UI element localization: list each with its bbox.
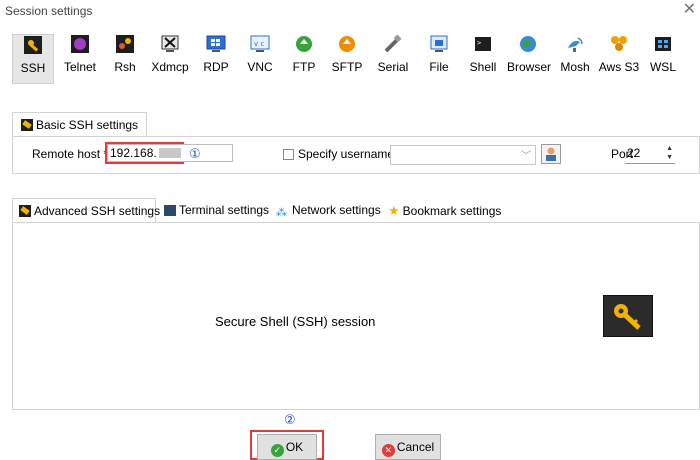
session-type-wsl[interactable]: WSL: [648, 34, 678, 84]
check-circle-icon: ✓: [270, 444, 284, 457]
mosh-icon: [565, 34, 585, 54]
session-type-ftp[interactable]: FTP: [290, 34, 318, 84]
session-type-mosh[interactable]: Mosh: [558, 34, 592, 84]
serial-icon: [383, 34, 403, 54]
star-icon: ★: [388, 203, 400, 218]
session-type-xdmcp[interactable]: Xdmcp: [148, 34, 192, 84]
cancel-button[interactable]: ✕ Cancel: [375, 434, 441, 460]
remote-host-label: Remote host *: [32, 147, 109, 161]
aws-s3-icon: [609, 34, 629, 54]
tab-terminal-settings[interactable]: Terminal settings: [164, 198, 269, 222]
vnc-icon: v c: [250, 34, 270, 54]
session-description: Secure Shell (SSH) session: [215, 314, 376, 329]
specify-username-checkbox[interactable]: [283, 149, 294, 160]
rdp-icon: [206, 34, 226, 54]
telnet-icon: [70, 34, 90, 54]
ok-button[interactable]: ✓ OK: [257, 434, 317, 460]
ssh-key-large-icon: [603, 295, 653, 337]
terminal-icon: [164, 205, 176, 216]
session-type-file[interactable]: File: [425, 34, 453, 84]
port-spinner[interactable]: 22 ▲ ▼: [625, 144, 675, 164]
specify-username-label: Specify username: [298, 147, 395, 161]
user-icon: [546, 147, 556, 161]
basic-settings-panel: Remote host * ① Specify username ﹀ Port …: [12, 136, 700, 174]
sftp-icon: [337, 34, 357, 54]
session-type-toolbar: SSH Telnet Rsh Xdmcp RDP v c VNC FTP SFT…: [0, 28, 700, 88]
shell-icon: >: [473, 34, 493, 54]
close-icon[interactable]: ✕: [683, 1, 696, 19]
tab-network-settings[interactable]: ⁂ Network settings: [276, 198, 381, 222]
title-bar: Session settings ✕: [0, 0, 700, 22]
xdmcp-icon: [160, 34, 180, 54]
network-icon: ⁂: [276, 207, 287, 219]
spin-arrows-icon[interactable]: ▲ ▼: [666, 144, 673, 162]
tab-bookmark-settings[interactable]: ★ Bookmark settings: [388, 198, 506, 222]
file-icon: [429, 34, 449, 54]
session-type-browser[interactable]: Browser: [507, 34, 551, 84]
key-icon: [19, 205, 31, 217]
ssh-key-icon: [23, 35, 43, 55]
browser-icon: [518, 34, 538, 54]
chevron-down-icon: ﹀: [521, 151, 531, 162]
window-title: Session settings: [5, 4, 93, 18]
session-type-sftp[interactable]: SFTP: [330, 34, 364, 84]
session-type-rsh[interactable]: Rsh: [110, 34, 140, 84]
svg-text:>: >: [477, 39, 481, 47]
key-icon: [21, 119, 33, 131]
cancel-circle-icon: ✕: [381, 444, 395, 457]
session-type-shell[interactable]: > Shell: [468, 34, 498, 84]
username-combobox[interactable]: ﹀: [390, 145, 536, 165]
tab-basic-ssh-settings[interactable]: Basic SSH settings: [12, 112, 148, 136]
session-type-aws-s3[interactable]: Aws S3: [598, 34, 640, 84]
annotation-number-1: ①: [189, 146, 201, 161]
session-type-serial[interactable]: Serial: [376, 34, 410, 84]
session-type-ssh[interactable]: SSH: [12, 34, 54, 84]
svg-text:v c: v c: [254, 40, 264, 48]
user-manager-button[interactable]: [541, 144, 561, 164]
tab-advanced-ssh-settings[interactable]: Advanced SSH settings: [12, 198, 160, 222]
redacted-ip-blur: [159, 148, 181, 158]
ftp-icon: [294, 34, 314, 54]
rsh-icon: [115, 34, 135, 54]
wsl-icon: [653, 34, 673, 54]
session-type-vnc[interactable]: v c VNC: [245, 34, 275, 84]
session-type-rdp[interactable]: RDP: [200, 34, 232, 84]
annotation-number-2: ②: [284, 412, 296, 427]
session-description-panel: Secure Shell (SSH) session: [12, 222, 700, 410]
session-type-telnet[interactable]: Telnet: [62, 34, 98, 84]
